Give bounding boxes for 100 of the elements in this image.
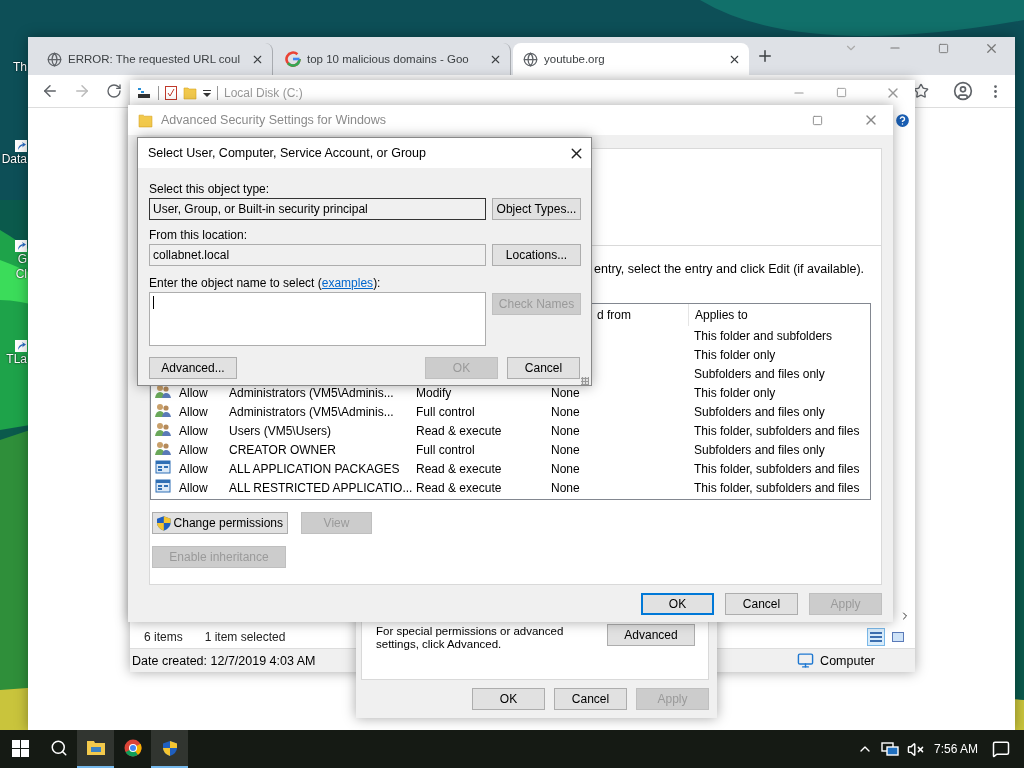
item-count: 6 items <box>144 630 183 644</box>
chrome-icon <box>123 739 142 757</box>
properties-icon[interactable] <box>138 86 152 99</box>
star-icon[interactable] <box>913 83 929 99</box>
object-name-field[interactable] <box>149 292 486 346</box>
locations-button[interactable]: Locations... <box>492 244 581 266</box>
resize-grip[interactable] <box>581 377 589 385</box>
column-header[interactable]: d from <box>597 308 631 322</box>
table-cell-text: Allow <box>179 442 209 457</box>
table-cell-text: Allow <box>179 423 209 438</box>
location-field[interactable]: collabnet.local <box>149 244 486 266</box>
instruction-text: entry, select the entry and click Edit (if available). <box>594 262 866 276</box>
table-cell-text: Read & execute <box>416 423 503 438</box>
table-cell-text: Allow <box>179 404 209 419</box>
browser-tab[interactable]: youtube.org <box>513 43 749 75</box>
new-tab-icon[interactable] <box>756 47 774 65</box>
reload-icon[interactable] <box>106 83 122 99</box>
maximize-icon[interactable] <box>937 42 949 54</box>
table-cell-text: This folder, subfolders and files <box>694 480 861 495</box>
advanced-button[interactable]: Advanced <box>607 624 695 646</box>
table-cell-text: Allow <box>179 480 209 495</box>
globe-icon <box>47 51 62 67</box>
google-icon <box>285 51 301 67</box>
folder-icon <box>183 85 197 100</box>
clock[interactable]: 7:56 AM <box>923 742 992 756</box>
permission-button[interactable]: Change permissions <box>152 512 288 534</box>
table-cell-text: Administrators (VM5\Adminis... <box>229 404 395 419</box>
dialog-button[interactable]: Cancel <box>554 688 627 710</box>
table-cell-text: ALL APPLICATION PACKAGES <box>229 461 401 476</box>
field-label: From this location: <box>149 228 249 242</box>
advanced-note: For special permissions or advanced settings, click Advanced. <box>376 625 565 651</box>
table-cell-text: CREATOR OWNER <box>229 442 337 457</box>
taskbar-app[interactable] <box>77 730 114 768</box>
maximize-icon[interactable] <box>812 114 823 126</box>
table-cell-text: This folder only <box>694 385 777 400</box>
table-cell-text: Administrators (VM5\Adminis... <box>229 385 395 400</box>
users-icon <box>155 402 171 418</box>
dialog-button[interactable]: OK <box>472 688 545 710</box>
object-type-field[interactable]: User, Group, or Built-in security principal <box>149 198 486 220</box>
taskbar-app[interactable] <box>151 730 188 768</box>
search-icon[interactable] <box>49 739 68 757</box>
column-header[interactable]: Applies to <box>688 304 870 326</box>
computer-icon <box>797 652 815 669</box>
desktop-icon-label: TLa <box>6 352 27 367</box>
location-label: Computer <box>820 653 875 668</box>
back-icon[interactable] <box>41 82 59 100</box>
examples-link[interactable]: examples <box>321 276 374 290</box>
muted-volume-icon[interactable] <box>906 740 924 758</box>
details-view-icon[interactable] <box>867 628 885 646</box>
table-cell-text: Subfolders and files only <box>694 404 826 419</box>
shortcut-icon[interactable] <box>15 140 27 152</box>
table-cell-text: None <box>551 404 581 419</box>
dialog-button[interactable]: Cancel <box>725 592 798 615</box>
windows-icon[interactable] <box>11 739 29 757</box>
table-cell-text: Subfolders and files only <box>694 442 826 457</box>
globe-icon <box>523 51 538 67</box>
window-title: Local Disk (C:) <box>224 85 304 100</box>
table-cell-text: This folder and subfolders <box>694 328 834 343</box>
table-cell-text: Read & execute <box>416 461 503 476</box>
desktop-icon-label: Th <box>13 60 27 75</box>
table-cell-text: Allow <box>179 385 209 400</box>
selection-count: 1 item selected <box>204 630 286 644</box>
table-cell-text: Full control <box>416 404 476 419</box>
help-icon[interactable] <box>894 111 911 129</box>
window-title: Advanced Security Settings for Windows <box>161 113 388 127</box>
table-cell-text: ALL RESTRICTED APPLICATIO... <box>229 480 414 495</box>
table-cell-text: None <box>551 385 581 400</box>
users-icon <box>155 421 171 437</box>
table-cell-text: This folder only <box>694 347 777 362</box>
object-name-prompt: Enter the object name to select (examples): <box>149 276 382 290</box>
notifications-icon[interactable] <box>992 740 1010 758</box>
dropdown-icon[interactable] <box>203 88 211 97</box>
field-label: Select this object type: <box>149 182 271 196</box>
application-icon <box>155 459 171 475</box>
table-cell-text: This folder, subfolders and files <box>694 461 861 476</box>
table-cell-text: None <box>551 423 581 438</box>
shortcut-icon[interactable] <box>15 340 27 352</box>
table-cell-text: Full control <box>416 442 476 457</box>
dialog-title: Select User, Computer, Service Account, or Group <box>148 146 427 160</box>
table-cell-text: Users (VM5\Users) <box>229 423 332 438</box>
advanced-button[interactable]: Advanced... <box>149 357 237 379</box>
table-cell-text: Read & execute <box>416 480 503 495</box>
table-cell-text: Modify <box>416 385 453 400</box>
date-created: Date created: 12/7/2019 4:03 AM <box>132 653 316 668</box>
table-cell-text: None <box>551 442 581 457</box>
shortcut-icon[interactable] <box>15 240 27 252</box>
desktop-icon-label: G <box>17 252 27 267</box>
users-icon <box>155 383 171 399</box>
object-types-button[interactable]: Object Types... <box>492 198 581 220</box>
dialog-button[interactable]: OK <box>641 592 714 615</box>
network-icon[interactable] <box>880 740 899 758</box>
checklist-icon[interactable] <box>165 85 177 100</box>
table-cell-text: None <box>551 480 581 495</box>
profile-icon[interactable] <box>953 81 973 101</box>
folder-icon <box>85 740 106 756</box>
dialog-button[interactable]: Cancel <box>507 357 580 379</box>
users-icon <box>155 440 171 456</box>
shield-icon <box>162 740 177 756</box>
application-icon <box>155 478 171 494</box>
table-cell-text: Subfolders and files only <box>694 366 826 381</box>
